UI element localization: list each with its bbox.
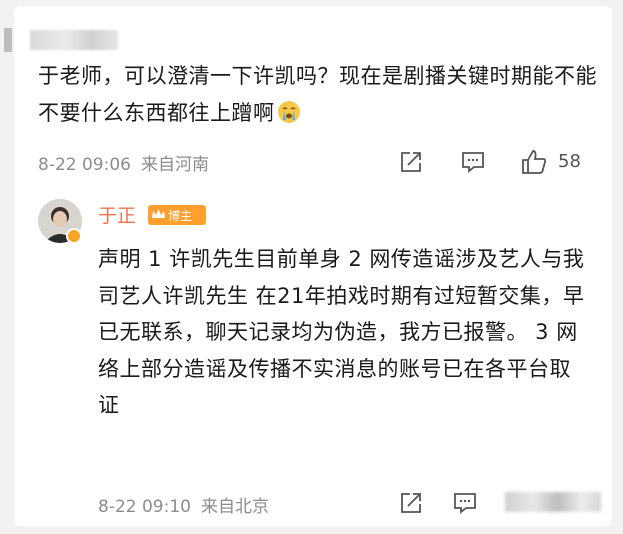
reply-meta: 8-22 09:10 来自北京	[98, 492, 279, 517]
username-blur	[30, 30, 118, 50]
blurred-like-area	[505, 492, 601, 512]
like-icon[interactable]	[520, 148, 548, 176]
comment-text: 于老师，可以澄清一下许凯吗？现在是剧播关键时期能不能不要什么东西都往上蹭啊	[38, 58, 598, 132]
comment-body: 于老师，可以澄清一下许凯吗？现在是剧播关键时期能不能不要什么东西都往上蹭啊	[38, 64, 597, 125]
comment-icon[interactable]	[452, 490, 478, 516]
comment-time: 8-22 09:06	[38, 155, 131, 175]
blogger-badge-label: 博主	[168, 208, 193, 223]
crown-icon	[152, 209, 165, 218]
comment-meta: 8-22 09:06 来自河南	[38, 150, 219, 175]
share-icon[interactable]	[398, 149, 424, 175]
reply-author[interactable]: 于正	[98, 201, 136, 228]
reply-location: 来自北京	[200, 497, 269, 517]
comment-location: 来自河南	[140, 155, 209, 175]
verified-badge-icon	[66, 228, 82, 244]
comment-icon[interactable]	[460, 149, 486, 175]
reply-text: 声明 1 许凯先生目前单身 2 网传造谣涉及艺人与我司艺人许凯先生 在21年拍戏…	[98, 247, 585, 417]
crying-face-icon	[277, 101, 300, 123]
blogger-badge: 博主	[148, 205, 206, 225]
share-icon[interactable]	[398, 490, 424, 516]
blurred-username	[4, 28, 119, 52]
like-count: 58	[558, 151, 581, 172]
reply-time: 8-22 09:10	[98, 497, 191, 517]
avatar-fragment	[4, 28, 12, 52]
